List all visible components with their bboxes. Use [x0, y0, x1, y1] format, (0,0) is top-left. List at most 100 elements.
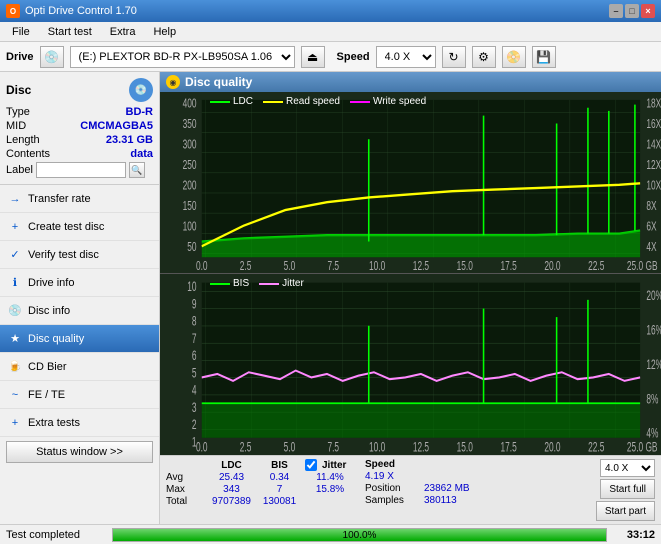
- nav-disc-quality[interactable]: ★ Disc quality: [0, 325, 159, 353]
- menu-start-test[interactable]: Start test: [40, 24, 100, 40]
- svg-text:5.0: 5.0: [284, 259, 296, 273]
- create-test-disc-icon: +: [8, 220, 22, 234]
- svg-text:6X: 6X: [646, 220, 656, 234]
- nav-create-test-disc[interactable]: + Create test disc: [0, 213, 159, 241]
- svg-text:22.5: 22.5: [588, 441, 604, 455]
- progress-time: 33:12: [613, 529, 655, 541]
- svg-text:150: 150: [183, 199, 197, 213]
- nav-disc-quality-label: Disc quality: [28, 333, 84, 345]
- stats-row: LDC BIS Jitter Avg 25.43 0.34 11.4% Max …: [160, 455, 661, 524]
- svg-text:10.0: 10.0: [369, 441, 385, 455]
- samples-label: Samples: [365, 495, 420, 506]
- nav-cd-bier[interactable]: 🍺 CD Bier: [0, 353, 159, 381]
- maximize-button[interactable]: □: [625, 4, 639, 18]
- total-row-label: Total: [166, 496, 201, 507]
- type-label: Type: [6, 106, 30, 118]
- eject-button[interactable]: ⏏: [301, 46, 325, 68]
- svg-text:350: 350: [183, 118, 197, 132]
- bis-col-header: BIS: [262, 460, 297, 471]
- minimize-button[interactable]: –: [609, 4, 623, 18]
- status-window-btn[interactable]: Status window >>: [6, 441, 153, 463]
- max-row-label: Max: [166, 484, 201, 495]
- menu-help[interactable]: Help: [145, 24, 184, 40]
- charts-container: LDC Read speed Write speed: [160, 92, 661, 455]
- sidebar-nav: → Transfer rate + Create test disc ✓ Ver…: [0, 185, 159, 524]
- drive-icon-btn[interactable]: 💿: [40, 46, 64, 68]
- svg-text:15.0: 15.0: [457, 441, 473, 455]
- svg-text:25.0 GB: 25.0 GB: [627, 441, 658, 455]
- svg-text:12X: 12X: [646, 159, 661, 173]
- svg-text:0.0: 0.0: [196, 441, 208, 455]
- svg-text:12.5: 12.5: [413, 441, 429, 455]
- nav-fe-te[interactable]: ~ FE / TE: [0, 381, 159, 409]
- svg-text:9: 9: [192, 298, 197, 313]
- app-icon: O: [6, 4, 20, 18]
- chart-top-legend: LDC Read speed Write speed: [210, 96, 426, 107]
- title-bar: O Opti Drive Control 1.70 – □ ×: [0, 0, 661, 22]
- extra-tests-icon: +: [8, 416, 22, 430]
- status-bar: Test completed 100.0% 33:12: [0, 524, 661, 544]
- nav-disc-info-label: Disc info: [28, 305, 70, 317]
- nav-drive-info[interactable]: ℹ Drive info: [0, 269, 159, 297]
- svg-text:4X: 4X: [646, 240, 656, 254]
- svg-text:10.0: 10.0: [369, 259, 385, 273]
- chart-header-icon: ◉: [166, 75, 180, 89]
- save-button[interactable]: 💾: [532, 46, 556, 68]
- svg-text:8%: 8%: [646, 392, 658, 407]
- svg-text:0.0: 0.0: [196, 259, 208, 273]
- max-bis-val: 7: [262, 484, 297, 495]
- status-text: Test completed: [6, 529, 106, 541]
- chart-title: Disc quality: [185, 75, 252, 89]
- svg-text:5.0: 5.0: [284, 441, 296, 455]
- disc-label-input[interactable]: [36, 162, 126, 178]
- stats-speed-select[interactable]: 4.0 X: [600, 459, 655, 477]
- svg-text:17.5: 17.5: [500, 259, 516, 273]
- svg-text:2: 2: [192, 418, 197, 433]
- refresh-button[interactable]: ↻: [442, 46, 466, 68]
- transfer-rate-icon: →: [8, 192, 22, 206]
- menu-extra[interactable]: Extra: [102, 24, 144, 40]
- avg-ldc-val: 25.43: [209, 472, 254, 483]
- svg-text:25.0 GB: 25.0 GB: [627, 259, 658, 273]
- start-full-btn[interactable]: Start full: [600, 479, 655, 499]
- svg-text:16%: 16%: [646, 323, 661, 338]
- nav-disc-info[interactable]: 💿 Disc info: [0, 297, 159, 325]
- svg-text:16X: 16X: [646, 118, 661, 132]
- avg-row-label: Avg: [166, 472, 201, 483]
- svg-text:10: 10: [187, 280, 196, 295]
- svg-text:3: 3: [192, 401, 197, 416]
- disc-label-btn[interactable]: 🔍: [129, 162, 145, 178]
- disc-panel-title: Disc: [6, 83, 31, 97]
- nav-verify-test-disc[interactable]: ✓ Verify test disc: [0, 241, 159, 269]
- close-button[interactable]: ×: [641, 4, 655, 18]
- chart-top-svg: 400 350 300 250 200 150 100 50 18X 16X 1…: [160, 92, 661, 273]
- speed-select[interactable]: 4.0 X: [376, 46, 436, 68]
- nav-transfer-rate[interactable]: → Transfer rate: [0, 185, 159, 213]
- jitter-checkbox[interactable]: [305, 459, 317, 471]
- disc-panel: Disc 💿 Type BD-R MID CMCMAGBA5 Length 23…: [0, 72, 159, 185]
- nav-cd-bier-label: CD Bier: [28, 361, 67, 373]
- disc-button[interactable]: 📀: [502, 46, 526, 68]
- svg-text:2.5: 2.5: [240, 441, 252, 455]
- disc-quality-icon: ★: [8, 332, 22, 346]
- svg-text:8: 8: [192, 315, 197, 330]
- length-value: 23.31 GB: [106, 134, 153, 146]
- svg-text:17.5: 17.5: [501, 441, 517, 455]
- settings-button[interactable]: ⚙: [472, 46, 496, 68]
- nav-extra-tests[interactable]: + Extra tests: [0, 409, 159, 437]
- svg-text:8X: 8X: [646, 199, 656, 213]
- position-label: Position: [365, 483, 420, 494]
- ldc-col-header: LDC: [209, 460, 254, 471]
- drive-select[interactable]: (E:) PLEXTOR BD-R PX-LB950SA 1.06: [70, 46, 295, 68]
- svg-text:7.5: 7.5: [327, 259, 339, 273]
- menu-file[interactable]: File: [4, 24, 38, 40]
- speed-label: Speed: [337, 51, 370, 63]
- total-ldc-val: 9707389: [209, 496, 254, 507]
- legend-read-speed: Read speed: [263, 96, 340, 107]
- start-part-btn[interactable]: Start part: [596, 501, 655, 521]
- contents-label: Contents: [6, 148, 50, 160]
- svg-text:7: 7: [192, 332, 197, 347]
- progress-bar-container: 100.0%: [112, 528, 607, 542]
- svg-text:7.5: 7.5: [327, 441, 339, 455]
- max-jitter-val: 15.8%: [305, 484, 355, 495]
